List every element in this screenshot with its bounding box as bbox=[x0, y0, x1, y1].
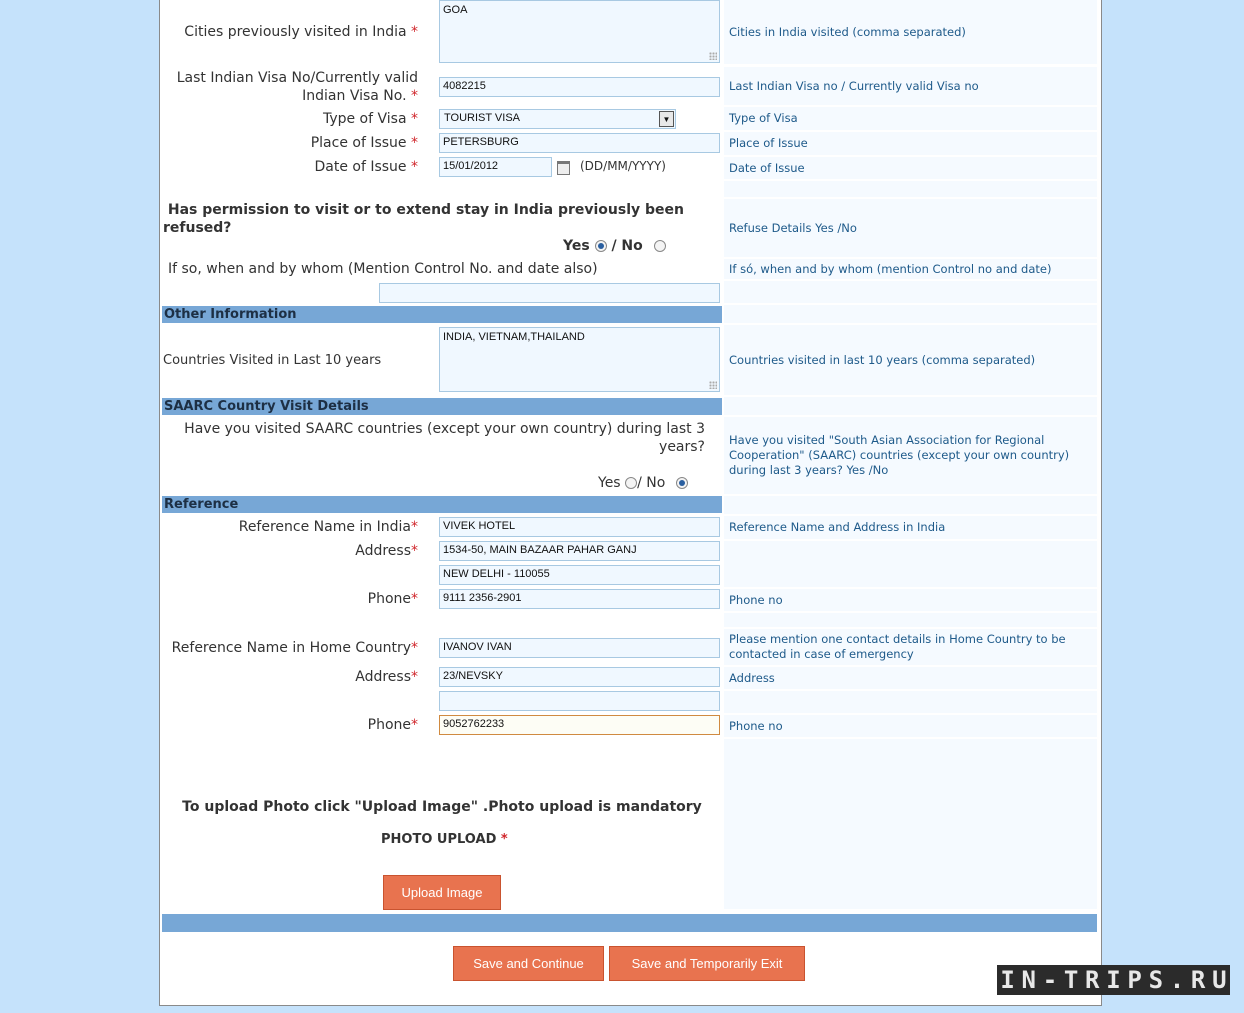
help-line: during last 3 years? Yes /No bbox=[729, 463, 889, 477]
visa-type-select[interactable]: TOURIST VISA ▼ bbox=[439, 109, 676, 129]
ref-home-address-label: Address* bbox=[355, 669, 418, 685]
section-saarc: SAARC Country Visit Details bbox=[162, 398, 722, 415]
chevron-down-icon[interactable]: ▼ bbox=[659, 111, 674, 127]
date-label: Date of Issue * bbox=[314, 159, 418, 175]
cities-label: Cities previously visited in India * bbox=[184, 24, 418, 40]
ref-india-name-input[interactable]: VIVEK HOTEL bbox=[439, 517, 720, 537]
ref-india-address-label: Address* bbox=[355, 543, 418, 559]
save-exit-button[interactable]: Save and Temporarily Exit bbox=[609, 946, 805, 981]
refused-radio-group: Yes / No bbox=[563, 238, 666, 254]
ref-india-name-label: Reference Name in India* bbox=[238, 519, 418, 535]
calendar-icon[interactable] bbox=[557, 161, 570, 175]
help-date: Date of Issue bbox=[724, 157, 1097, 179]
watermark-logo: IN-TRIPS.RU bbox=[997, 965, 1230, 995]
help-blank bbox=[724, 181, 1097, 197]
upload-image-button[interactable]: Upload Image bbox=[383, 875, 501, 910]
refused-question: Has permission to visit or to extend sta… bbox=[163, 202, 684, 236]
help-line: Please mention one contact details in Ho… bbox=[729, 632, 1066, 646]
ref-india-phone-label: Phone* bbox=[367, 591, 418, 607]
help-blank bbox=[724, 397, 1097, 415]
help-text: Phone no bbox=[729, 718, 783, 733]
place-label: Place of Issue * bbox=[310, 135, 418, 151]
cities-textarea[interactable]: GOA bbox=[439, 0, 720, 63]
help-ref-home: Please mention one contact details in Ho… bbox=[724, 629, 1097, 665]
ref-india-address-input-1[interactable]: 1534-50, MAIN BAZAAR PAHAR GANJ bbox=[439, 541, 720, 561]
help-refused-details: If só, when and by whom (mention Control… bbox=[724, 259, 1097, 279]
help-home-phone: Phone no bbox=[724, 715, 1097, 737]
refused-details-label: If so, when and by whom (Mention Control… bbox=[168, 261, 598, 277]
help-last-visa: Last Indian Visa no / Currently valid Vi… bbox=[724, 67, 1097, 105]
last-visa-input[interactable]: 4082215 bbox=[439, 77, 720, 97]
ref-india-address-input-2[interactable]: NEW DELHI - 110055 bbox=[439, 565, 720, 585]
date-input[interactable]: 15/01/2012 bbox=[439, 157, 552, 177]
ref-home-phone-label: Phone* bbox=[367, 717, 418, 733]
help-refused: Refuse Details Yes /No bbox=[724, 199, 1097, 257]
help-blank bbox=[724, 305, 1097, 323]
help-text: Cities in India visited (comma separated… bbox=[729, 24, 966, 39]
help-text: Please mention one contact details in Ho… bbox=[729, 632, 1066, 662]
help-text: Phone no bbox=[729, 592, 783, 607]
refused-no-radio[interactable] bbox=[653, 240, 666, 252]
help-blank bbox=[724, 496, 1097, 514]
date-format-hint: (DD/MM/YYYY) bbox=[580, 159, 666, 173]
ref-home-name-input[interactable]: IVANOV IVAN bbox=[439, 638, 720, 658]
ref-india-phone-input[interactable]: 9111 2356-2901 bbox=[439, 589, 720, 609]
help-line: Cooperation" (SAARC) countries (except y… bbox=[729, 448, 1070, 462]
help-text: Reference Name and Address in India bbox=[729, 520, 946, 534]
help-text: Refuse Details Yes /No bbox=[729, 220, 857, 235]
ref-home-name-label: Reference Name in Home Country* bbox=[171, 640, 418, 656]
help-ref-india: Reference Name and Address in India bbox=[724, 516, 1097, 539]
ref-home-address-input-2[interactable] bbox=[439, 691, 720, 711]
help-text: Last Indian Visa no / Currently valid Vi… bbox=[729, 78, 979, 93]
countries-label: Countries Visited in Last 10 years bbox=[163, 353, 382, 368]
help-saarc: Have you visited "South Asian Associatio… bbox=[724, 417, 1097, 494]
place-input[interactable]: PETERSBURG bbox=[439, 133, 720, 153]
help-ref-phone: Phone no bbox=[724, 589, 1097, 611]
resize-grip-icon[interactable] bbox=[709, 52, 717, 60]
help-text: Date of Issue bbox=[729, 160, 805, 175]
ref-home-phone-input[interactable]: 9052762233 bbox=[439, 715, 720, 735]
help-text: Countries visited in last 10 years (comm… bbox=[729, 352, 1036, 367]
help-text: If só, when and by whom (mention Control… bbox=[729, 261, 1052, 276]
save-continue-button[interactable]: Save and Continue bbox=[453, 946, 604, 981]
help-visa-type: Type of Visa bbox=[724, 107, 1097, 130]
help-place: Place of Issue bbox=[724, 132, 1097, 155]
saarc-question: Have you visited SAARC countries (except… bbox=[184, 421, 705, 455]
help-blank bbox=[724, 613, 1097, 627]
help-blank bbox=[724, 739, 1097, 909]
last-visa-label: Last Indian Visa No/Currently valid India… bbox=[176, 70, 418, 104]
section-other-information: Other Information bbox=[162, 306, 722, 323]
section-reference: Reference bbox=[162, 496, 722, 513]
footer-bar bbox=[162, 914, 1097, 932]
upload-instruction: To upload Photo click "Upload Image" .Ph… bbox=[182, 799, 702, 815]
help-home-address: Address bbox=[724, 667, 1097, 689]
help-blank bbox=[724, 541, 1097, 587]
saarc-yes-radio[interactable] bbox=[625, 477, 638, 489]
refused-yes-radio[interactable] bbox=[594, 240, 607, 252]
resize-grip-icon[interactable] bbox=[709, 381, 717, 389]
help-line: contacted in case of emergency bbox=[729, 647, 914, 661]
help-countries: Countries visited in last 10 years (comm… bbox=[724, 325, 1097, 395]
refused-details-input[interactable] bbox=[379, 283, 720, 303]
help-line: Have you visited "South Asian Associatio… bbox=[729, 433, 1045, 447]
saarc-no-radio[interactable] bbox=[675, 477, 688, 489]
help-blank bbox=[724, 691, 1097, 713]
photo-upload-label: PHOTO UPLOAD * bbox=[381, 832, 508, 847]
help-blank bbox=[724, 281, 1097, 303]
help-cities: Cities in India visited (comma separated… bbox=[724, 0, 1097, 64]
countries-textarea[interactable]: INDIA, VIETNAM,THAILAND bbox=[439, 327, 720, 392]
help-text: Have you visited "South Asian Associatio… bbox=[729, 433, 1069, 478]
visa-type-label: Type of Visa * bbox=[322, 111, 418, 127]
ref-home-address-input-1[interactable]: 23/NEVSKY bbox=[439, 667, 720, 687]
help-text: Place of Issue bbox=[729, 136, 808, 150]
help-text: Type of Visa bbox=[729, 111, 798, 125]
help-text: Address bbox=[729, 670, 775, 685]
saarc-radio-group: Yes / No bbox=[598, 475, 688, 491]
